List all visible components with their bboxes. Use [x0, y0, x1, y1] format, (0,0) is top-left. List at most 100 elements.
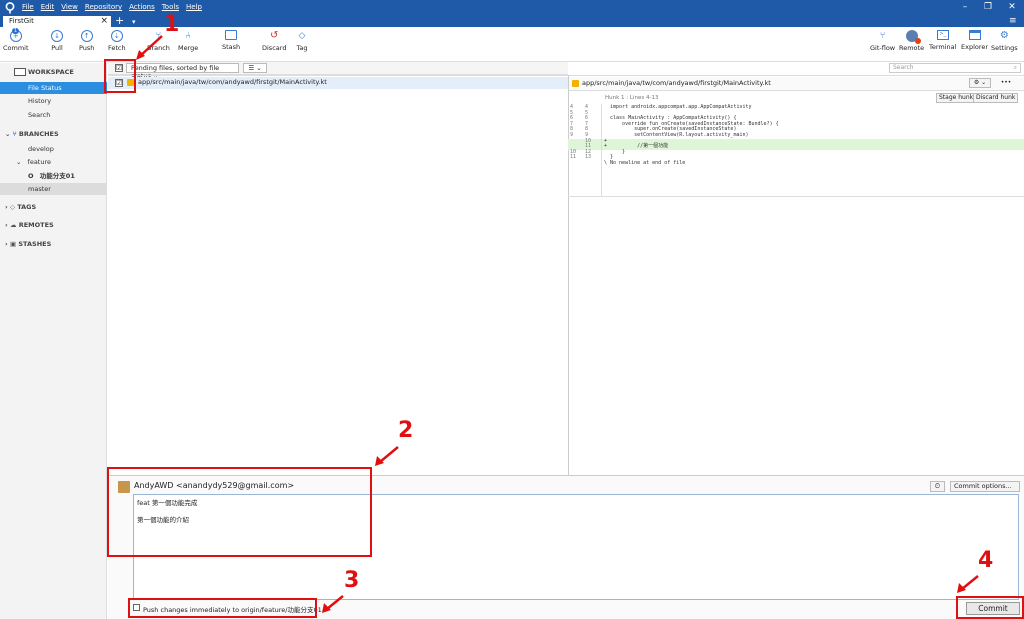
terminal-icon: >_ — [936, 30, 949, 40]
chevron-right-icon: › — [5, 221, 8, 229]
sidebar-tags-header[interactable]: › ◇ TAGS — [0, 201, 107, 213]
sidebar-stashes-header[interactable]: › ▣ STASHES — [0, 238, 107, 250]
diff-line-text: \ No newline at end of file — [604, 160, 686, 166]
hamburger-menu-icon[interactable]: ≡ — [1009, 16, 1017, 26]
settings-label: Settings — [991, 44, 1018, 52]
discard-button[interactable]: ↺ Discard — [262, 30, 286, 52]
sidebar-item-feature[interactable]: ⌄ feature — [0, 156, 107, 168]
fetch-button[interactable]: ⇣ Fetch — [108, 30, 126, 52]
tab-close-icon[interactable]: × — [100, 16, 108, 27]
remote-globe-icon — [905, 30, 921, 44]
tab-firstgit[interactable]: FirstGit × — [3, 16, 111, 28]
annotation-number-2: 2 — [398, 418, 414, 443]
search-input[interactable]: Search ⌕ — [889, 63, 1021, 73]
annotation-box-2 — [107, 467, 372, 557]
sidebar-item-history[interactable]: History — [0, 95, 107, 107]
menu-help[interactable]: Help — [186, 3, 202, 11]
stage-hunk-button[interactable]: Stage hunk — [936, 93, 977, 103]
stash-button[interactable]: Stash — [222, 30, 240, 51]
sidebar-item-develop[interactable]: develop — [0, 143, 107, 155]
settings-button[interactable]: ⚙ Settings — [991, 30, 1018, 52]
annotation-box-1 — [104, 59, 136, 93]
chevron-right-icon: › — [5, 203, 8, 211]
gitflow-icon: ⑂ — [879, 31, 886, 41]
divider — [108, 75, 1024, 76]
sidebar-item-master[interactable]: master — [0, 183, 107, 195]
remote-label: Remote — [899, 44, 925, 52]
menu-actions[interactable]: Actions — [129, 3, 155, 11]
stash-label: Stash — [222, 43, 241, 51]
menu-view[interactable]: View — [61, 3, 78, 11]
sort-dropdown[interactable]: Pending files, sorted by file status ⌄ — [126, 63, 239, 80]
title-bar: File Edit View Repository Actions Tools … — [0, 0, 1024, 16]
sidebar-item-search[interactable]: Search — [0, 109, 107, 121]
chevron-down-icon: ⌄ — [16, 158, 22, 166]
arrow-2 — [379, 446, 399, 463]
pull-button[interactable]: ↓ Pull — [51, 30, 63, 52]
remote-button[interactable]: Remote — [899, 30, 924, 52]
branches-label: BRANCHES — [18, 130, 59, 138]
chevron-right-icon: › — [5, 240, 8, 248]
folder-icon — [968, 30, 981, 40]
diff-divider — [568, 196, 1024, 197]
cloud-icon: ☁ — [9, 221, 17, 229]
merge-icon: ⑃ — [185, 31, 191, 41]
feature-branch-label: 功能分支01 — [39, 172, 75, 180]
terminal-button[interactable]: >_ Terminal — [929, 30, 956, 51]
more-options-icon[interactable]: ••• — [996, 78, 1016, 88]
sidebar-branches-header[interactable]: ⌄ ⑂ BRANCHES — [0, 128, 107, 140]
branch-icon: ⑂ — [12, 130, 17, 138]
history-icon[interactable]: ⏲ — [930, 481, 945, 492]
sidebar-item-feature-branch[interactable]: O 功能分支01 — [0, 170, 107, 182]
diff-line: 10 12 } — [568, 149, 1024, 155]
menu-bar: File Edit View Repository Actions Tools … — [22, 3, 202, 11]
gutter-divider — [601, 104, 602, 196]
sourcetree-logo-icon — [5, 2, 15, 14]
push-button[interactable]: ↑ Push — [79, 30, 94, 52]
feature-folder-label: feature — [27, 158, 51, 166]
terminal-label: Terminal — [929, 43, 957, 51]
menu-tools[interactable]: Tools — [162, 3, 179, 11]
stash-icon: ▣ — [9, 240, 17, 248]
gear-icon: ⚙ — [999, 30, 1009, 41]
gitflow-label: Git-flow — [870, 44, 896, 52]
remote-alert-icon — [914, 38, 921, 44]
menu-edit[interactable]: Edit — [41, 3, 55, 11]
minimize-button[interactable]: – — [958, 2, 972, 12]
stash-icon — [225, 30, 238, 40]
maximize-button[interactable]: ❐ — [981, 2, 995, 12]
annotation-box-4 — [956, 596, 1024, 619]
tab-menu-icon[interactable]: ▾ — [132, 16, 136, 28]
diff-file-path: app/src/main/java/tw/com/andyawd/firstgi… — [582, 79, 771, 87]
diff-settings-dropdown[interactable]: ⚙ ⌄ — [969, 78, 991, 88]
diff-line: 11 + //第一個功能 — [568, 143, 1024, 150]
search-placeholder: Search — [893, 64, 914, 71]
old-line-number: 11 — [570, 154, 577, 161]
discard-hunk-button[interactable]: Discard hunk — [973, 93, 1019, 103]
menu-file[interactable]: File — [22, 3, 34, 11]
close-window-button[interactable]: ✕ — [1005, 2, 1019, 12]
push-label: Push — [79, 44, 95, 52]
menu-repository[interactable]: Repository — [85, 3, 122, 11]
hunk-label: Hunk 1 : Lines 4-13 — [605, 95, 659, 101]
diff-line-text: import androidx.appcompat.app.AppCompatA… — [604, 104, 752, 110]
diff-line-text: setContentView(R.layout.activity_main) — [604, 132, 749, 138]
tag-icon: ◇ — [298, 31, 306, 41]
commit-toolbar-button[interactable]: + 1 Commit — [3, 28, 29, 52]
search-icon: ⌕ — [1013, 64, 1017, 71]
tag-button[interactable]: ◇ Tag — [296, 30, 308, 52]
view-mode-dropdown[interactable]: ☰ ⌄ — [243, 63, 267, 73]
commit-label: Commit — [3, 44, 29, 52]
new-tab-button[interactable]: + — [115, 15, 124, 27]
tag-label: Tag — [296, 44, 308, 52]
explorer-button[interactable]: Explorer — [961, 30, 988, 51]
tab-bar — [0, 16, 1024, 27]
fetch-label: Fetch — [108, 44, 126, 52]
annotation-number-1: 1 — [164, 12, 180, 37]
pull-label: Pull — [51, 44, 63, 52]
merge-button[interactable]: ⑃ Merge — [178, 30, 198, 52]
sidebar-remotes-header[interactable]: › ☁ REMOTES — [0, 219, 107, 231]
gitflow-button[interactable]: ⑂ Git-flow — [870, 30, 895, 52]
commit-options-dropdown[interactable]: Commit options... ⌄ — [950, 481, 1020, 499]
sidebar-item-file-status[interactable]: File Status — [0, 82, 107, 94]
